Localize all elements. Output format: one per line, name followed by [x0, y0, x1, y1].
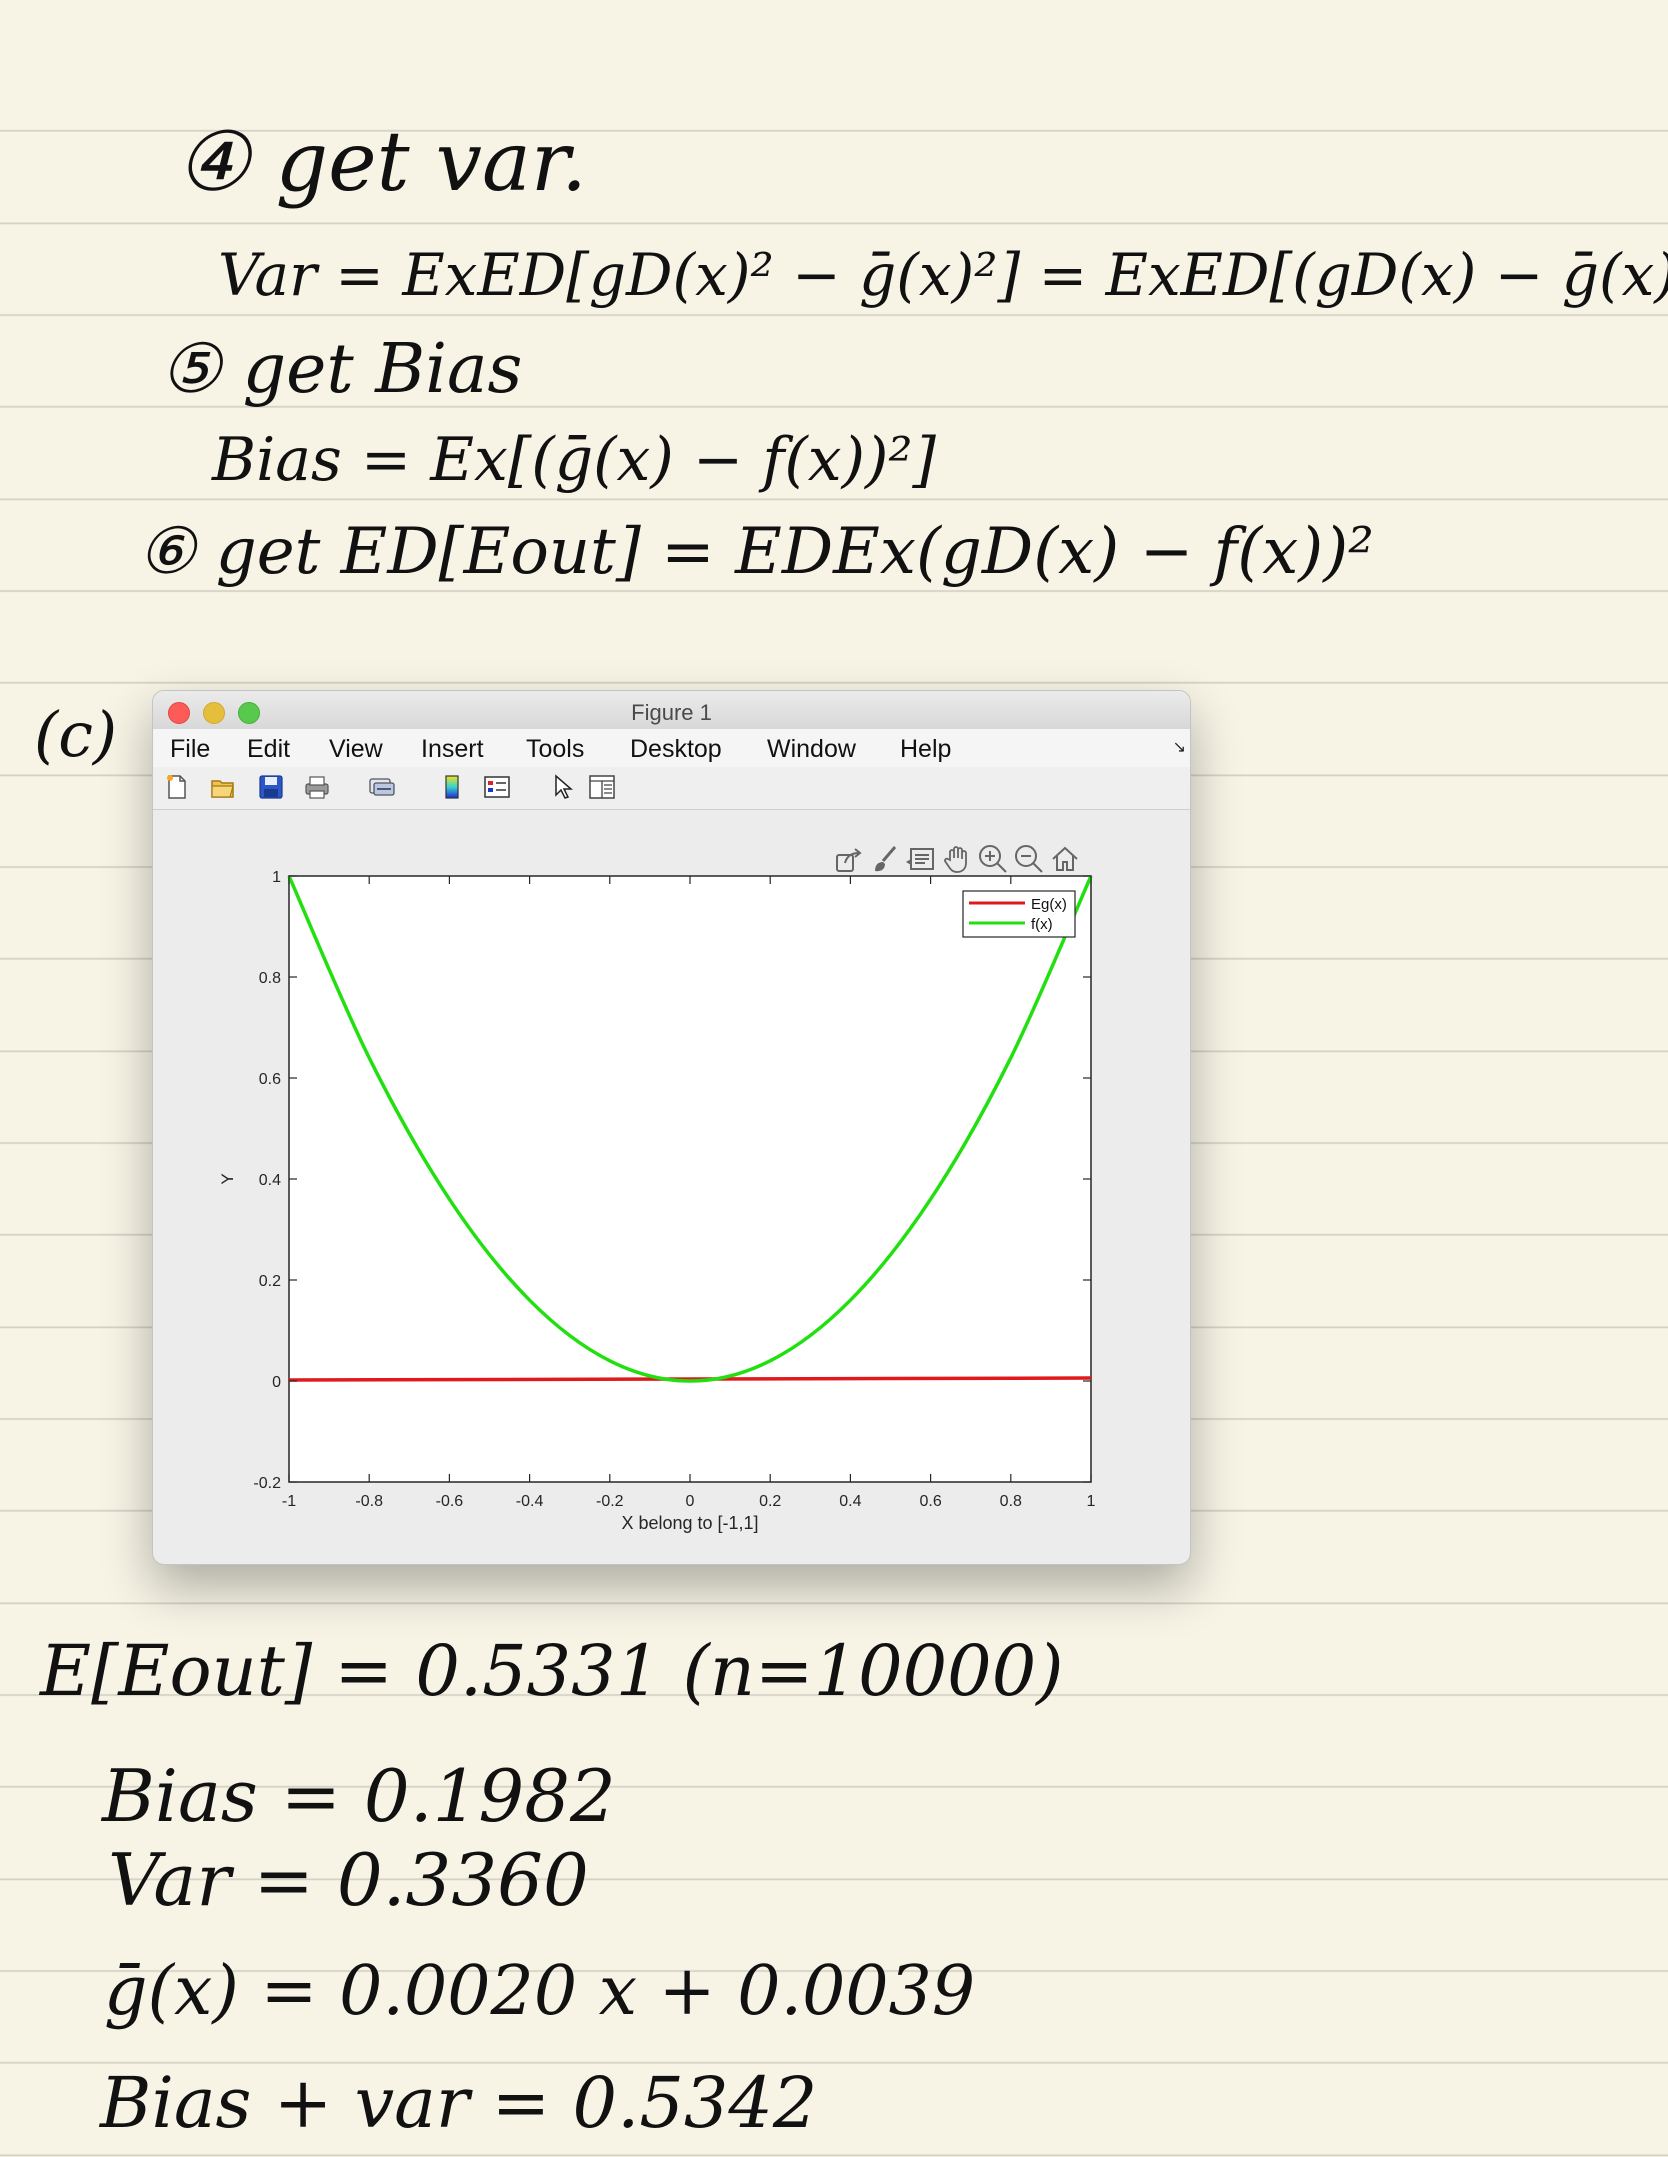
x-tick-label: 0.6	[919, 1493, 941, 1510]
legend-label-fx: f(x)	[1031, 916, 1053, 933]
figure-window: Figure 1 File Edit View Insert Tools Des…	[152, 690, 1191, 1565]
legend-label-eg: Eg(x)	[1031, 896, 1067, 913]
y-tick-label: 0.4	[259, 1172, 281, 1189]
note-step5: ⑤ get Bias	[160, 330, 523, 409]
y-tick-label: 0.2	[259, 1273, 281, 1290]
plot-area[interactable]: -1 -0.8 -0.6 -0.4 -0.2 0 0.2 0.4 0.6 0.8 1 -0.2 0 0.2…	[153, 691, 1190, 1564]
note-gbar: ḡ(x) = 0.0020 x + 0.0039	[104, 1952, 976, 2031]
x-tick-label: 0.4	[839, 1493, 861, 1510]
axes-background	[288, 875, 1092, 1483]
y-tick-label: 0	[272, 1374, 281, 1391]
note-eout: E[Eout] = 0.5331 (n=10000)	[40, 1630, 1064, 1712]
x-tick-label: -1	[282, 1493, 296, 1510]
x-axis-label: X belong to [-1,1]	[621, 1513, 758, 1533]
x-tick-label: -0.8	[355, 1493, 383, 1510]
x-tick-label: 0	[686, 1493, 695, 1510]
note-bias-plus-var: Bias + var = 0.5342	[100, 2062, 818, 2144]
note-step4: ④ get var.	[176, 115, 588, 210]
note-step6: ⑥ get ED[Eout] = EDEx(gD(x) − f(x))²	[138, 515, 1374, 589]
note-var-equation: Var = ExED[gD(x)² − ḡ(x)²] = ExED[(gD(x)…	[218, 241, 1668, 309]
y-axis-label: Y	[218, 1173, 237, 1184]
y-tick-label: 1	[272, 869, 281, 886]
x-tick-label: 0.2	[759, 1493, 781, 1510]
x-tick-label: -0.4	[516, 1493, 544, 1510]
x-tick-label: 0.8	[1000, 1493, 1022, 1510]
note-bias-equation: Bias = Ex[(ḡ(x) − f(x))²]	[212, 425, 936, 495]
note-var: Var = 0.3360	[108, 1838, 589, 1922]
legend[interactable]: Eg(x) f(x)	[962, 890, 1076, 938]
note-part-label: (c)	[34, 698, 118, 771]
x-tick-label: -0.2	[596, 1493, 624, 1510]
y-tick-label: 0.8	[259, 970, 281, 987]
y-tick-label: -0.2	[253, 1475, 281, 1492]
x-tick-label: -0.6	[436, 1493, 464, 1510]
y-tick-label: 0.6	[259, 1071, 281, 1088]
note-bias: Bias = 0.1982	[102, 1754, 616, 1838]
x-tick-label: 1	[1087, 1493, 1096, 1510]
